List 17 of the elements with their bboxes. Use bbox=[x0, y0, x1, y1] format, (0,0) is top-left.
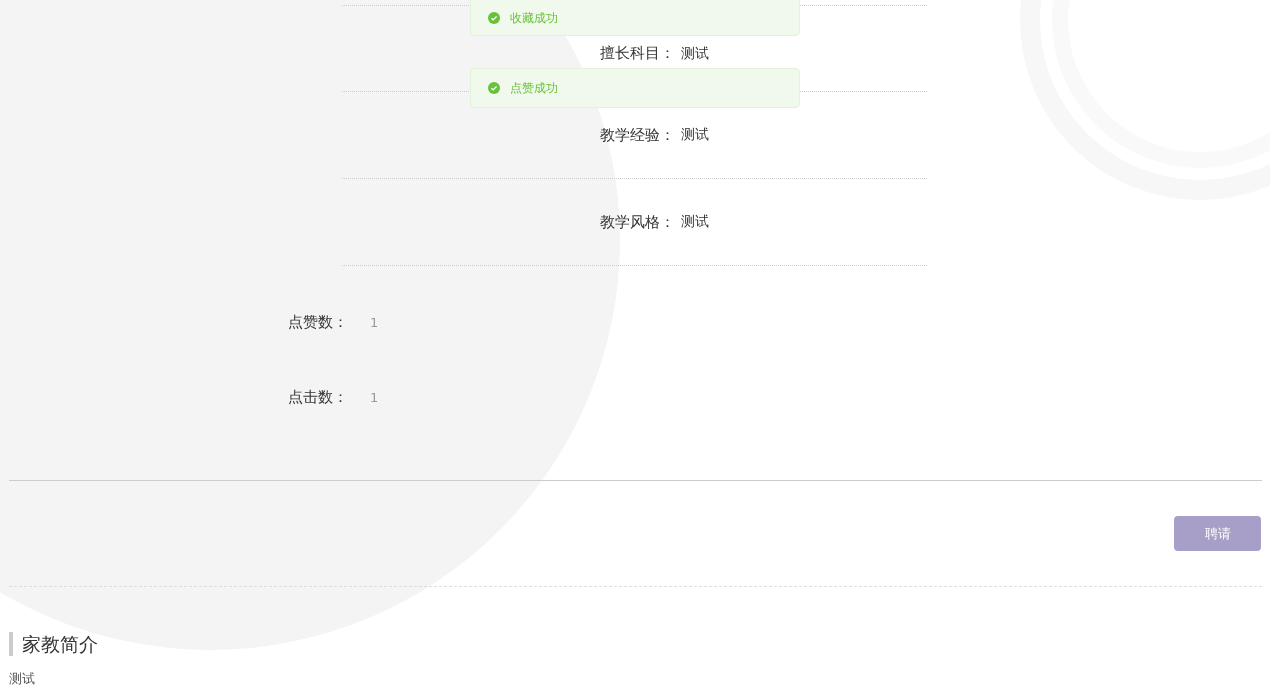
stat-value: 1 bbox=[370, 315, 379, 330]
success-toast: 点赞成功 bbox=[470, 68, 800, 108]
stat-label: 点击数： bbox=[287, 388, 348, 407]
success-toast: 收藏成功 bbox=[470, 0, 800, 36]
section-title: 家教简介 bbox=[9, 632, 1262, 656]
field-value: 测试 bbox=[681, 213, 709, 231]
hire-button[interactable]: 聘请 bbox=[1174, 516, 1261, 551]
check-circle-icon bbox=[488, 12, 500, 24]
section-body: 测试 bbox=[9, 670, 36, 688]
field-value: 测试 bbox=[681, 126, 709, 144]
stat-label: 点赞数： bbox=[287, 313, 348, 332]
stat-value: 1 bbox=[370, 390, 379, 405]
check-circle-icon bbox=[488, 82, 500, 94]
field-value: 测试 bbox=[681, 45, 709, 63]
field-label: 擅长科目： bbox=[600, 44, 675, 63]
field-label: 教学风格： bbox=[600, 212, 675, 232]
field-label: 教学经验： bbox=[600, 125, 675, 145]
